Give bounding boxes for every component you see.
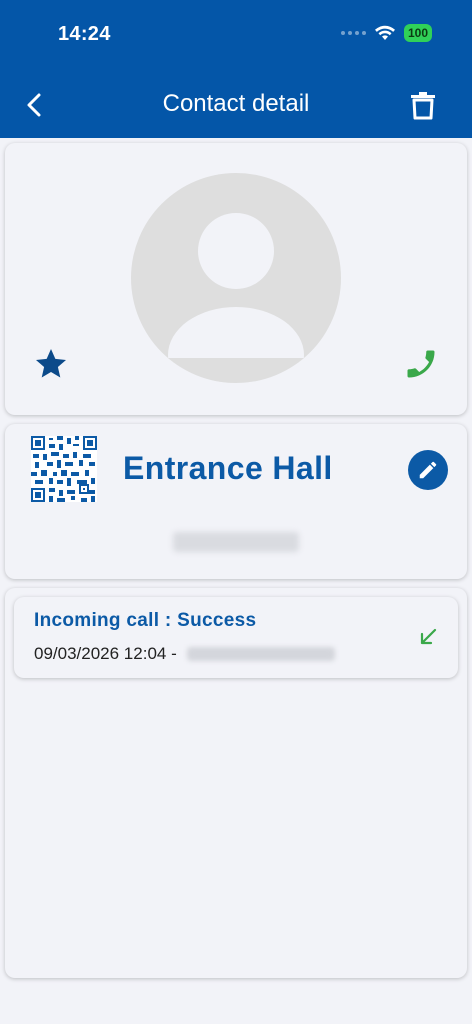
call-separator: - <box>166 644 182 663</box>
arrow-down-left-icon <box>420 628 437 645</box>
trash-icon[interactable] <box>409 90 437 120</box>
app-header: 14:24 100 Contact detail <box>0 0 472 138</box>
contact-info-card: Entrance Hall <box>5 424 467 579</box>
wifi-icon <box>374 25 395 40</box>
call-source-redacted <box>187 647 336 661</box>
list-item[interactable]: Incoming call : Success 09/03/2026 12:04… <box>14 597 458 678</box>
star-icon[interactable] <box>33 346 69 382</box>
status-indicators: 100 <box>340 24 432 42</box>
page-title: Contact detail <box>162 90 310 117</box>
phone-icon[interactable] <box>403 346 439 382</box>
call-history-card: Incoming call : Success 09/03/2026 12:04… <box>5 588 467 978</box>
avatar <box>131 173 341 383</box>
edit-button[interactable] <box>408 450 448 490</box>
contact-number-redacted <box>173 532 299 552</box>
avatar-card <box>5 143 467 415</box>
call-meta: 09/03/2026 12:04 - <box>34 644 336 664</box>
call-status: Incoming call : Success <box>34 610 257 631</box>
call-datetime: 09/03/2026 12:04 <box>34 644 167 663</box>
contact-name: Entrance Hall <box>123 450 333 486</box>
signal-icon <box>340 31 366 35</box>
battery-indicator: 100 <box>403 24 432 42</box>
status-time: 14:24 <box>58 23 111 45</box>
qr-code-icon[interactable] <box>31 436 97 502</box>
pencil-icon <box>419 461 437 479</box>
